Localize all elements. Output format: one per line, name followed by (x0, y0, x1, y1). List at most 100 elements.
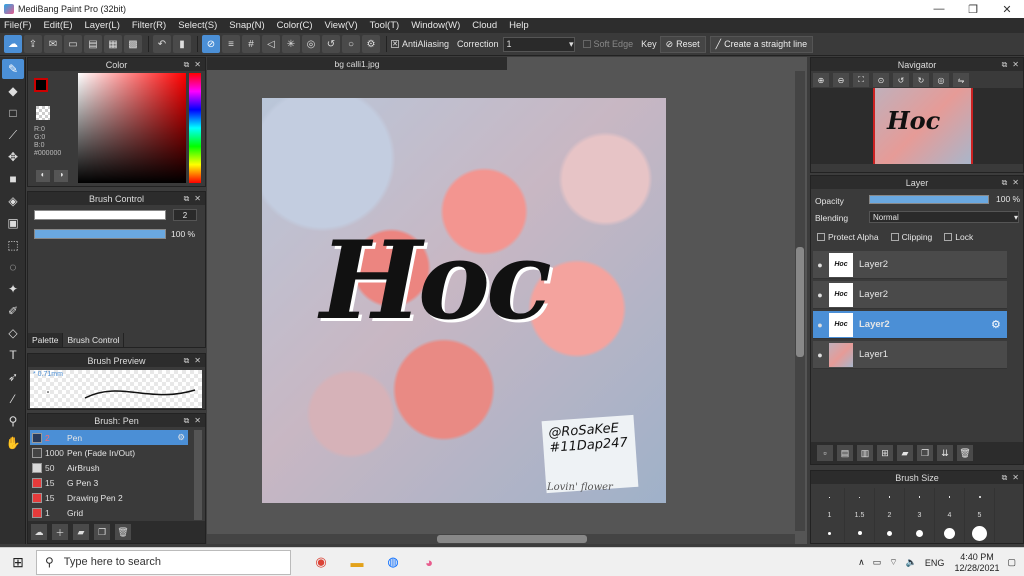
folder-icon[interactable]: ▰ (73, 524, 89, 540)
file-explorer-icon[interactable]: ▬ (339, 549, 375, 575)
protect-alpha-checkbox[interactable]: Protect Alpha (817, 232, 879, 242)
antialiasing-checkbox[interactable]: ✕ AntiAliasing (391, 39, 449, 49)
cloud-icon[interactable]: ☁ (4, 35, 22, 53)
select-pen-tool-icon[interactable]: ✐ (2, 301, 24, 321)
brush-size-option[interactable] (905, 524, 935, 542)
flip-icon[interactable]: ⇋ (953, 73, 969, 87)
tab-palette[interactable]: Palette (28, 333, 64, 347)
new-halftone-layer-icon[interactable]: ▤ (837, 445, 853, 461)
menu-help[interactable]: Help (509, 20, 529, 31)
zoom-in-icon[interactable]: ⊕ (813, 73, 829, 87)
medibang-icon[interactable]: ◕ (411, 549, 447, 575)
brush-size-option[interactable] (965, 524, 995, 542)
panel-icon[interactable]: ▦ (104, 35, 122, 53)
shape-tool-icon[interactable]: □ (2, 103, 24, 123)
brush-list-item[interactable]: 1000 Pen (Fade In/Out) (30, 445, 188, 460)
operation-tool-icon[interactable]: ➶ (2, 367, 24, 387)
new-layer-icon[interactable]: ▫ (817, 445, 833, 461)
brush-size-option[interactable] (845, 524, 875, 542)
windows-start-icon[interactable]: ⊞ (0, 548, 36, 576)
language-indicator[interactable]: ENG (925, 558, 945, 568)
trash-icon[interactable]: 🗑 (115, 524, 131, 540)
brush-size-option[interactable] (905, 488, 935, 506)
fit-icon[interactable]: ⛶ (853, 73, 869, 87)
gradient-tool-icon[interactable]: ▣ (2, 213, 24, 233)
tray-chevron-up-icon[interactable]: ∧ (858, 557, 865, 568)
undo-icon[interactable]: ↶ (153, 35, 171, 53)
add-layer-menu-icon[interactable]: ⊞ (877, 445, 893, 461)
popout-icon[interactable]: ⧉ (184, 194, 190, 204)
horizontal-scrollbar[interactable] (207, 534, 795, 544)
brush-size-option[interactable] (935, 488, 965, 506)
popout-icon[interactable]: ⧉ (184, 60, 190, 70)
comment-icon[interactable]: ✉ (44, 35, 62, 53)
foreground-color-swatch[interactable] (34, 78, 48, 92)
menu-snap[interactable]: Snap(N) (229, 20, 264, 31)
menu-view[interactable]: View(V) (325, 20, 358, 31)
menu-cloud[interactable]: Cloud (472, 20, 497, 31)
duplicate-layer-icon[interactable]: ❐ (917, 445, 933, 461)
minimize-button[interactable]: — (922, 0, 956, 18)
brush-size-value[interactable]: 2 (173, 209, 197, 221)
brush-size-option[interactable] (815, 524, 845, 542)
cloud-brush-icon[interactable]: ☁ (31, 524, 47, 540)
gear-icon[interactable]: ⚙ (177, 432, 185, 443)
popout-icon[interactable]: ⧉ (184, 356, 190, 366)
palette-icon[interactable]: ◐ (36, 170, 50, 182)
brush-size-option[interactable]: 4 (935, 506, 965, 524)
reset-button[interactable]: ⊘ Reset (659, 35, 706, 53)
layer-opacity-slider[interactable] (869, 195, 989, 204)
popout-icon[interactable]: ⧉ (1002, 60, 1008, 70)
menu-tool[interactable]: Tool(T) (370, 20, 400, 31)
scroll-thumb[interactable] (796, 247, 804, 357)
close-icon[interactable]: ✕ (194, 356, 201, 365)
select-rect-tool-icon[interactable]: ⬚ (2, 235, 24, 255)
grid-icon[interactable]: ▩ (124, 35, 142, 53)
tray-app-icon[interactable]: ▭ (873, 557, 882, 568)
eraser-tool-icon[interactable]: ◆ (2, 81, 24, 101)
chat-icon[interactable]: ▭ (64, 35, 82, 53)
curve-snap-icon[interactable]: ↺ (322, 35, 340, 53)
visibility-eye-icon[interactable]: ● (813, 350, 827, 360)
delete-layer-icon[interactable]: 🗑 (957, 445, 973, 461)
brush-opacity-slider[interactable] (34, 229, 166, 239)
saturation-value-picker[interactable] (78, 73, 186, 183)
transparent-swatch[interactable] (36, 106, 50, 120)
brush-size-option[interactable]: 1.5 (845, 506, 875, 524)
layer-row[interactable]: ● Hoc Layer2 (813, 251, 1007, 279)
new-8bit-layer-icon[interactable]: ▥ (857, 445, 873, 461)
document-tab[interactable]: bg calli1.jpg (207, 57, 507, 70)
brush-size-option[interactable]: 2 (875, 506, 905, 524)
taskbar-search[interactable]: ⚲ Type here to search (36, 549, 291, 575)
brush-list-item[interactable]: 1 Grid (30, 505, 188, 520)
ring-snap-icon[interactable]: ○ (342, 35, 360, 53)
vertical-scrollbar[interactable] (795, 71, 805, 531)
close-icon[interactable]: ✕ (194, 416, 201, 425)
brush-size-option[interactable] (815, 488, 845, 506)
close-icon[interactable]: ✕ (1012, 178, 1019, 187)
menu-edit[interactable]: Edit(E) (43, 20, 72, 31)
layer-row[interactable]: ● Layer1 (813, 341, 1007, 369)
brush-size-option[interactable] (845, 488, 875, 506)
brush-size-option[interactable]: 1 (815, 506, 845, 524)
parallel-snap-icon[interactable]: ≡ (222, 35, 240, 53)
close-icon[interactable]: ✕ (194, 60, 201, 69)
menu-select[interactable]: Select(S) (178, 20, 217, 31)
brush-size-option[interactable]: 5 (965, 506, 995, 524)
radial-snap-icon[interactable]: ✳ (282, 35, 300, 53)
dot-tool-icon[interactable]: ⟋ (2, 125, 24, 145)
hand-tool-icon[interactable]: ✋ (2, 433, 24, 453)
volume-icon[interactable]: 🔈 (906, 557, 917, 568)
zoom-out-icon[interactable]: ⊖ (833, 73, 849, 87)
chrome-icon[interactable]: ◉ (303, 549, 339, 575)
visibility-eye-icon[interactable]: ● (813, 260, 827, 270)
lock-checkbox[interactable]: Lock (944, 232, 973, 242)
menu-layer[interactable]: Layer(L) (85, 20, 120, 31)
brush-list-item[interactable]: 15 Drawing Pen 2 (30, 490, 188, 505)
blending-select[interactable]: Normal ▾ (869, 211, 1019, 223)
brush-tool-icon[interactable]: ✎ (2, 59, 24, 79)
actual-size-icon[interactable]: ⊙ (873, 73, 889, 87)
create-straight-line-button[interactable]: ╱ Create a straight line (709, 35, 814, 53)
magic-wand-tool-icon[interactable]: ✦ (2, 279, 24, 299)
document-icon[interactable]: ▤ (84, 35, 102, 53)
